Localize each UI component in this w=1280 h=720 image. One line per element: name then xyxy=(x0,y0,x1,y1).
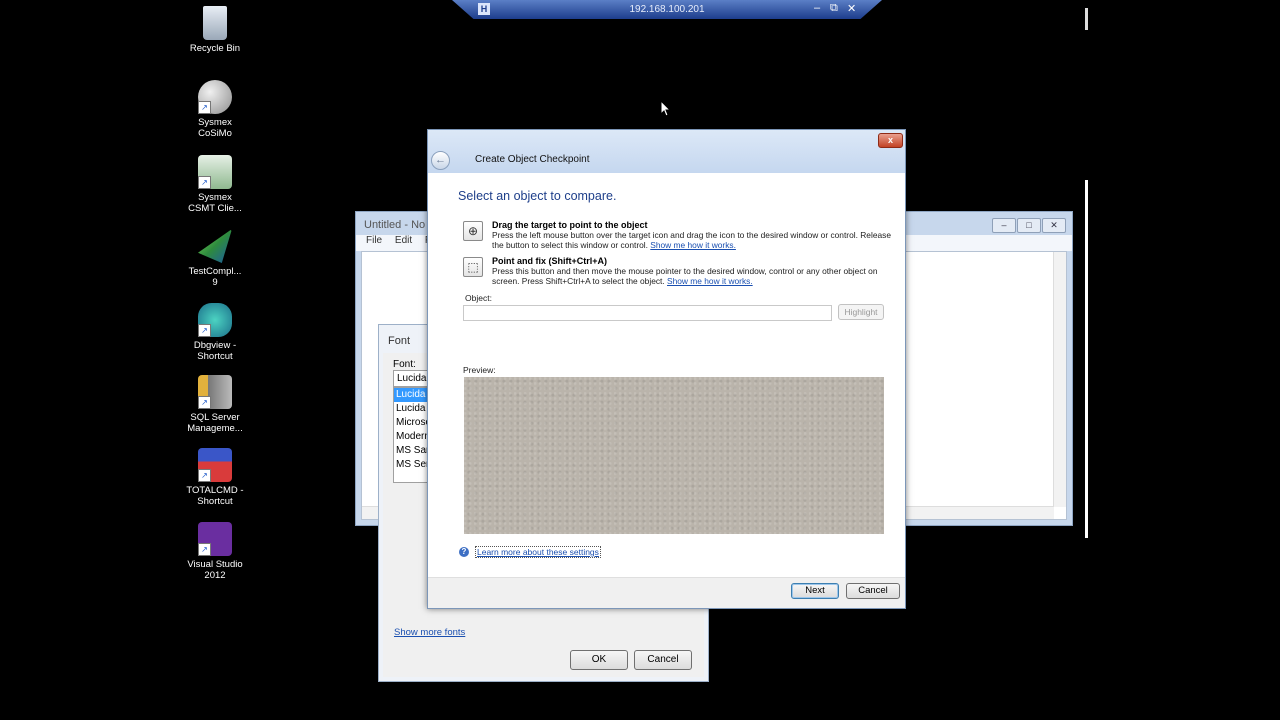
desktop-icon-label: Sysmex CSMT Clie... xyxy=(188,192,242,214)
option-drag-target-description: Press the left mouse button over the tar… xyxy=(492,230,891,250)
shortcut-arrow-icon: ↗ xyxy=(198,543,211,556)
dbgview-icon: ↗ xyxy=(198,303,232,337)
desktop-icon-dbgview[interactable]: ↗ Dbgview - Shortcut xyxy=(186,303,244,362)
desktop-icon-recycle-bin[interactable]: Recycle Bin xyxy=(186,6,244,54)
notepad-close-button[interactable]: ✕ xyxy=(1042,218,1066,233)
sql-server-icon: ↗ xyxy=(198,375,232,409)
rdp-close-button[interactable]: ✕ xyxy=(847,2,856,15)
option-point-fix-description: Press this button and then move the mous… xyxy=(492,266,878,286)
shortcut-arrow-icon: ↗ xyxy=(198,396,211,409)
wizard-title: Create Object Checkpoint xyxy=(475,154,590,165)
mouse-cursor-icon xyxy=(661,101,671,117)
wizard-content: Select an object to compare. ⊕ Drag the … xyxy=(428,173,905,578)
preview-label: Preview: xyxy=(463,365,496,375)
font-cancel-button[interactable]: Cancel xyxy=(634,650,692,670)
desktop-icon-label: TestCompl... 9 xyxy=(188,266,242,288)
shortcut-arrow-icon: ↗ xyxy=(198,101,211,114)
screen-edge-artifact xyxy=(1085,8,1088,30)
desktop-icon-totalcmd[interactable]: ↗ TOTALCMD - Shortcut xyxy=(186,448,244,507)
highlight-button[interactable]: Highlight xyxy=(838,304,884,320)
desktop-icon-sysmex-cosimo[interactable]: ↗ Sysmex CoSiMo xyxy=(186,80,244,139)
target-crosshair-icon[interactable]: ⊕ xyxy=(463,221,483,241)
wizard-title-bar: ← Create Object Checkpoint x xyxy=(428,130,905,173)
desktop-icon-label: Dbgview - Shortcut xyxy=(193,340,237,362)
rdp-restore-button[interactable]: ⧉ xyxy=(830,2,838,15)
wizard-footer: Next Cancel xyxy=(428,577,905,608)
option-point-fix-title: Point and fix (Shift+Ctrl+A) xyxy=(492,256,608,266)
option-drag-target-title: Drag the target to point to the object xyxy=(492,220,648,230)
notepad-title: Untitled - No xyxy=(364,219,426,231)
show-more-fonts-link[interactable]: Show more fonts xyxy=(394,627,465,638)
wizard-close-button[interactable]: x xyxy=(878,133,903,148)
notepad-scrollbar-vertical[interactable] xyxy=(1053,252,1066,507)
learn-more-link[interactable]: Learn more about these settings xyxy=(475,546,601,558)
font-dialog-title: Font xyxy=(388,335,411,347)
notepad-maximize-button[interactable]: □ xyxy=(1017,218,1041,233)
desktop-icon-label: Sysmex CoSiMo xyxy=(198,117,232,139)
next-button[interactable]: Next xyxy=(791,583,839,599)
desktop-icon-sql-server[interactable]: ↗ SQL Server Manageme... xyxy=(186,375,244,434)
font-label: Font: xyxy=(393,359,416,370)
desktop-icon-testcomplete[interactable]: TestCompl... 9 xyxy=(186,229,244,288)
rdp-minimize-button[interactable]: – xyxy=(814,2,820,14)
font-ok-button[interactable]: OK xyxy=(570,650,628,670)
shortcut-arrow-icon: ↗ xyxy=(198,469,211,482)
sysmex-csmt-icon: ↗ xyxy=(198,155,232,189)
back-arrow-icon[interactable]: ← xyxy=(431,151,450,170)
desktop-icon-visual-studio[interactable]: ↗ Visual Studio 2012 xyxy=(186,522,244,581)
desktop-icon-label: Visual Studio 2012 xyxy=(187,559,243,581)
create-object-checkpoint-dialog[interactable]: ← Create Object Checkpoint x Select an o… xyxy=(427,129,906,609)
menu-file[interactable]: File xyxy=(366,235,382,246)
totalcmd-icon: ↗ xyxy=(198,448,232,482)
desktop-icon-label: SQL Server Manageme... xyxy=(187,412,243,434)
desktop-icon-sysmex-csmt[interactable]: ↗ Sysmex CSMT Clie... xyxy=(186,155,244,214)
object-label: Object: xyxy=(465,293,492,303)
object-field[interactable] xyxy=(463,305,832,321)
menu-edit[interactable]: Edit xyxy=(395,235,412,246)
recycle-bin-icon xyxy=(203,6,227,40)
screen-edge-artifact xyxy=(1085,180,1088,538)
show-me-how-link-2[interactable]: Show me how it works. xyxy=(667,276,753,286)
sysmex-cosimo-icon: ↗ xyxy=(198,80,232,114)
show-me-how-link-1[interactable]: Show me how it works. xyxy=(650,240,736,250)
wizard-heading: Select an object to compare. xyxy=(458,189,617,203)
rdp-connection-bar: H 192.168.100.201 – ⧉ ✕ xyxy=(452,0,882,19)
shortcut-arrow-icon: ↗ xyxy=(198,176,211,189)
cancel-button[interactable]: Cancel xyxy=(846,583,900,599)
shortcut-arrow-icon: ↗ xyxy=(198,324,211,337)
desktop-icon-label: Recycle Bin xyxy=(189,43,241,54)
preview-area xyxy=(464,377,884,534)
notepad-minimize-button[interactable]: – xyxy=(992,218,1016,233)
visual-studio-icon: ↗ xyxy=(198,522,232,556)
testcomplete-icon xyxy=(198,229,232,263)
desktop-icon-label: TOTALCMD - Shortcut xyxy=(186,485,244,507)
point-and-fix-icon[interactable]: ⬚ xyxy=(463,257,483,277)
help-icon: ? xyxy=(459,547,469,557)
